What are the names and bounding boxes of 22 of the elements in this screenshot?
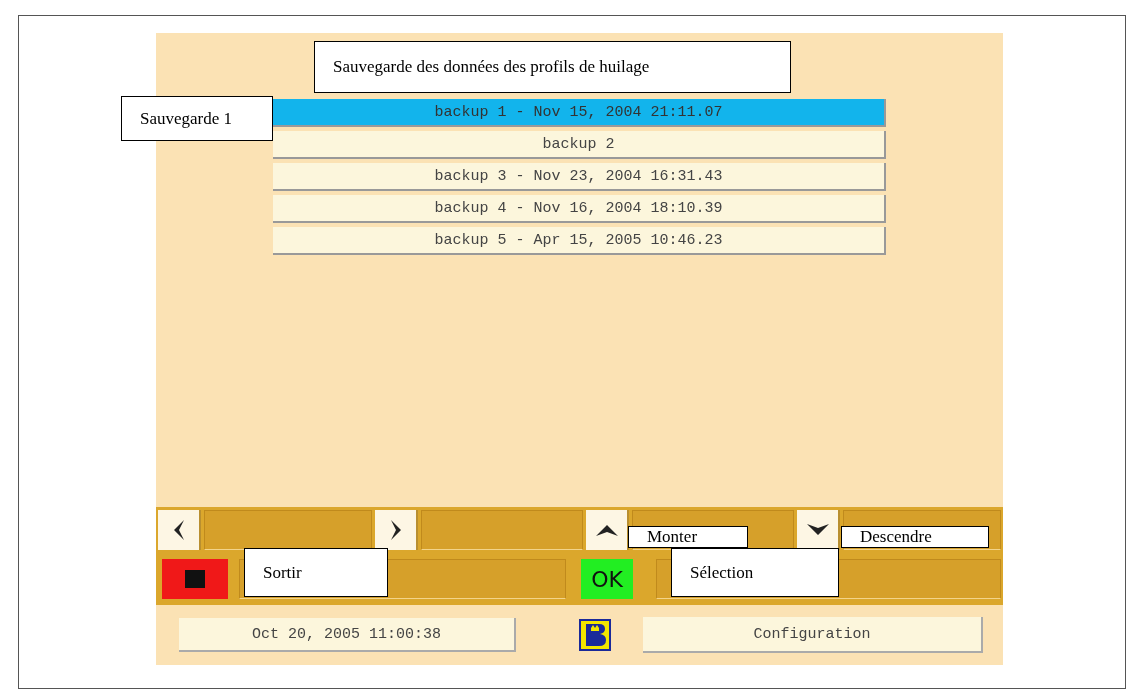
ok-button[interactable]: OK [581, 559, 633, 599]
callout-label: Descendre [841, 526, 989, 548]
stop-icon [185, 570, 205, 588]
up-arrow-button[interactable] [586, 510, 629, 550]
date-time-display: Oct 20, 2005 11:00:38 [179, 618, 516, 652]
backup-list-item[interactable]: backup 2 [273, 131, 886, 159]
down-arrow-button[interactable] [797, 510, 840, 550]
right-arrow-button[interactable] [375, 510, 418, 550]
callout-label: Sauvegarde 1 [121, 96, 273, 141]
callout-label: Sélection [671, 548, 839, 597]
configuration-button[interactable]: Configuration [643, 617, 983, 653]
callout-label: Sortir [244, 548, 388, 597]
left-arrow-button[interactable] [158, 510, 201, 550]
callout-label: Monter [628, 526, 748, 548]
callout-label: Sauvegarde des données des profils de huilage [314, 41, 791, 93]
backup-list-item[interactable]: backup 4 - Nov 16, 2004 18:10.39 [273, 195, 886, 223]
stop-button[interactable] [162, 559, 228, 599]
backup-list-item[interactable]: backup 3 - Nov 23, 2004 16:31.43 [273, 163, 886, 191]
logo-icon [579, 619, 611, 651]
backup-list-item[interactable]: backup 5 - Apr 15, 2005 10:46.23 [273, 227, 886, 255]
right-arrow-icon [388, 519, 403, 541]
backup-list-item[interactable]: backup 1 - Nov 15, 2004 21:11.07 [273, 99, 886, 127]
